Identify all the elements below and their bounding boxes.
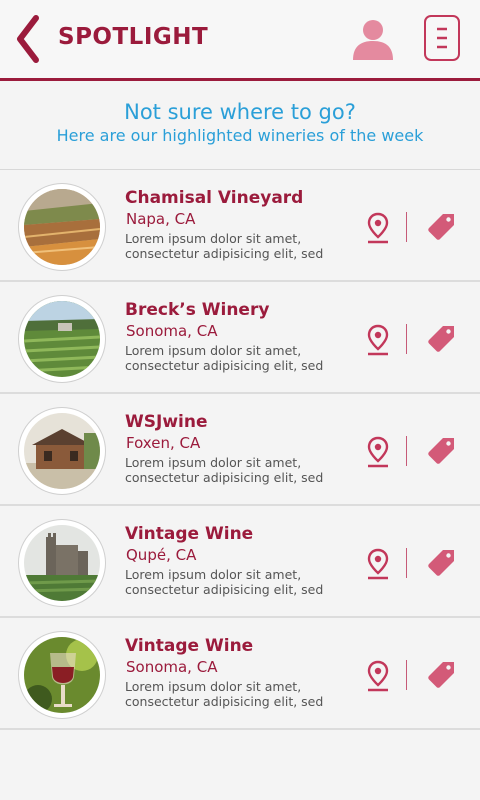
- tag-icon[interactable]: [426, 436, 456, 466]
- winery-image: [19, 296, 105, 382]
- winery-row[interactable]: Chamisal Vineyard Napa, CA Lorem ipsum d…: [0, 170, 480, 282]
- winery-name[interactable]: WSJwine: [125, 412, 208, 432]
- winery-location: Sonoma, CA: [126, 322, 218, 340]
- tag-icon[interactable]: [426, 660, 456, 690]
- winery-location: Qupé, CA: [126, 546, 197, 564]
- location-pin-icon[interactable]: [366, 436, 390, 468]
- intro-question: Not sure where to go?: [124, 100, 356, 124]
- winery-list: Chamisal Vineyard Napa, CA Lorem ipsum d…: [0, 170, 480, 730]
- icon-divider: [406, 436, 407, 466]
- winery-image: [19, 520, 105, 606]
- intro-banner: Not sure where to go? Here are our highl…: [0, 81, 480, 170]
- location-pin-icon[interactable]: [366, 212, 390, 244]
- location-pin-icon[interactable]: [366, 548, 390, 580]
- page-title: SPOTLIGHT: [58, 24, 209, 50]
- tag-icon[interactable]: [426, 548, 456, 578]
- winery-row[interactable]: WSJwine Foxen, CA Lorem ipsum dolor sit …: [0, 394, 480, 506]
- winery-description: Lorem ipsum dolor sit amet, consectetur …: [125, 567, 324, 597]
- winery-image: [19, 408, 105, 494]
- winery-description: Lorem ipsum dolor sit amet, consectetur …: [125, 231, 324, 261]
- intro-subtitle: Here are our highlighted wineries of the…: [56, 126, 424, 145]
- winery-name[interactable]: Chamisal Vineyard: [125, 188, 303, 208]
- user-icon[interactable]: [350, 18, 396, 60]
- tag-icon[interactable]: [426, 212, 456, 242]
- menu-icon: [437, 27, 447, 49]
- icon-divider: [406, 324, 407, 354]
- menu-button[interactable]: [424, 15, 460, 61]
- app-header: SPOTLIGHT: [0, 0, 480, 81]
- winery-name[interactable]: Vintage Wine: [125, 636, 253, 656]
- winery-row[interactable]: Breck’s Winery Sonoma, CA Lorem ipsum do…: [0, 282, 480, 394]
- winery-location: Napa, CA: [126, 210, 196, 228]
- winery-name[interactable]: Breck’s Winery: [125, 300, 269, 320]
- location-pin-icon[interactable]: [366, 660, 390, 692]
- icon-divider: [406, 660, 407, 690]
- winery-location: Foxen, CA: [126, 434, 201, 452]
- tag-icon[interactable]: [426, 324, 456, 354]
- winery-location: Sonoma, CA: [126, 658, 218, 676]
- winery-row[interactable]: Vintage Wine Sonoma, CA Lorem ipsum dolo…: [0, 618, 480, 730]
- winery-image: [19, 632, 105, 718]
- winery-image: [19, 184, 105, 270]
- winery-name[interactable]: Vintage Wine: [125, 524, 253, 544]
- icon-divider: [406, 212, 407, 242]
- winery-description: Lorem ipsum dolor sit amet, consectetur …: [125, 343, 324, 373]
- location-pin-icon[interactable]: [366, 324, 390, 356]
- icon-divider: [406, 548, 407, 578]
- winery-description: Lorem ipsum dolor sit amet, consectetur …: [125, 679, 324, 709]
- back-chevron-icon[interactable]: [12, 12, 46, 66]
- winery-row[interactable]: Vintage Wine Qupé, CA Lorem ipsum dolor …: [0, 506, 480, 618]
- winery-description: Lorem ipsum dolor sit amet, consectetur …: [125, 455, 324, 485]
